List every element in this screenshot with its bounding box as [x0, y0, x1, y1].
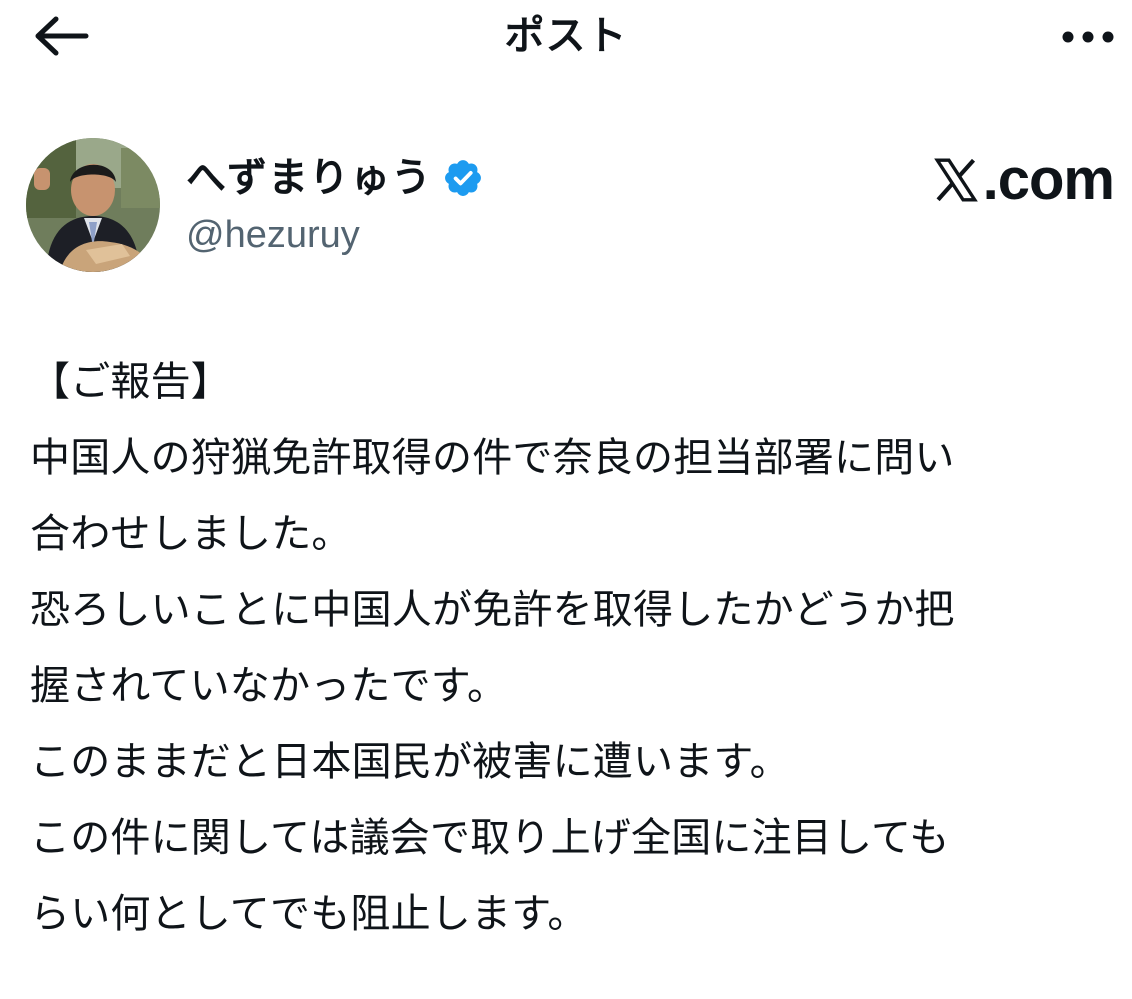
page-title: ポスト — [504, 13, 628, 59]
post-author: へずまりゅう @hezuruy .com — [26, 138, 1116, 274]
post-line: 恐ろしいことに中国人が免許を取得したかどうか把 — [30, 587, 955, 633]
display-name[interactable]: へずまりゅう — [186, 152, 432, 204]
display-name-row: へずまりゅう — [186, 152, 484, 204]
source-domain: .com — [982, 147, 1115, 212]
post-line: この件に関しては議会で取り上げ全国に注目しても — [30, 815, 950, 861]
post-line: らい何としてでも阻止します。 — [30, 891, 588, 937]
post-line: 中国人の狩猟免許取得の件で奈良の担当部署に問い — [30, 435, 955, 481]
more-options-button[interactable] — [1056, 12, 1120, 64]
avatar[interactable] — [26, 138, 160, 272]
post-line: 握されていなかったです。 — [30, 663, 508, 709]
post-line: このままだと日本国民が被害に遭います。 — [30, 739, 790, 785]
post-line: 合わせしました。 — [30, 511, 352, 557]
post-line: 【ご報告】 — [30, 359, 231, 405]
top-bar: ポスト — [0, 0, 1132, 80]
ellipsis-icon — [1060, 29, 1116, 48]
verified-badge-icon — [442, 157, 484, 199]
source-watermark: .com — [931, 147, 1115, 212]
x-logo-icon — [931, 155, 981, 205]
user-handle[interactable]: @hezuruy — [186, 210, 360, 260]
post-text: 【ご報告】 中国人の狩猟免許取得の件で奈良の担当部署に問い 合わせしました。 恐… — [30, 344, 1125, 952]
